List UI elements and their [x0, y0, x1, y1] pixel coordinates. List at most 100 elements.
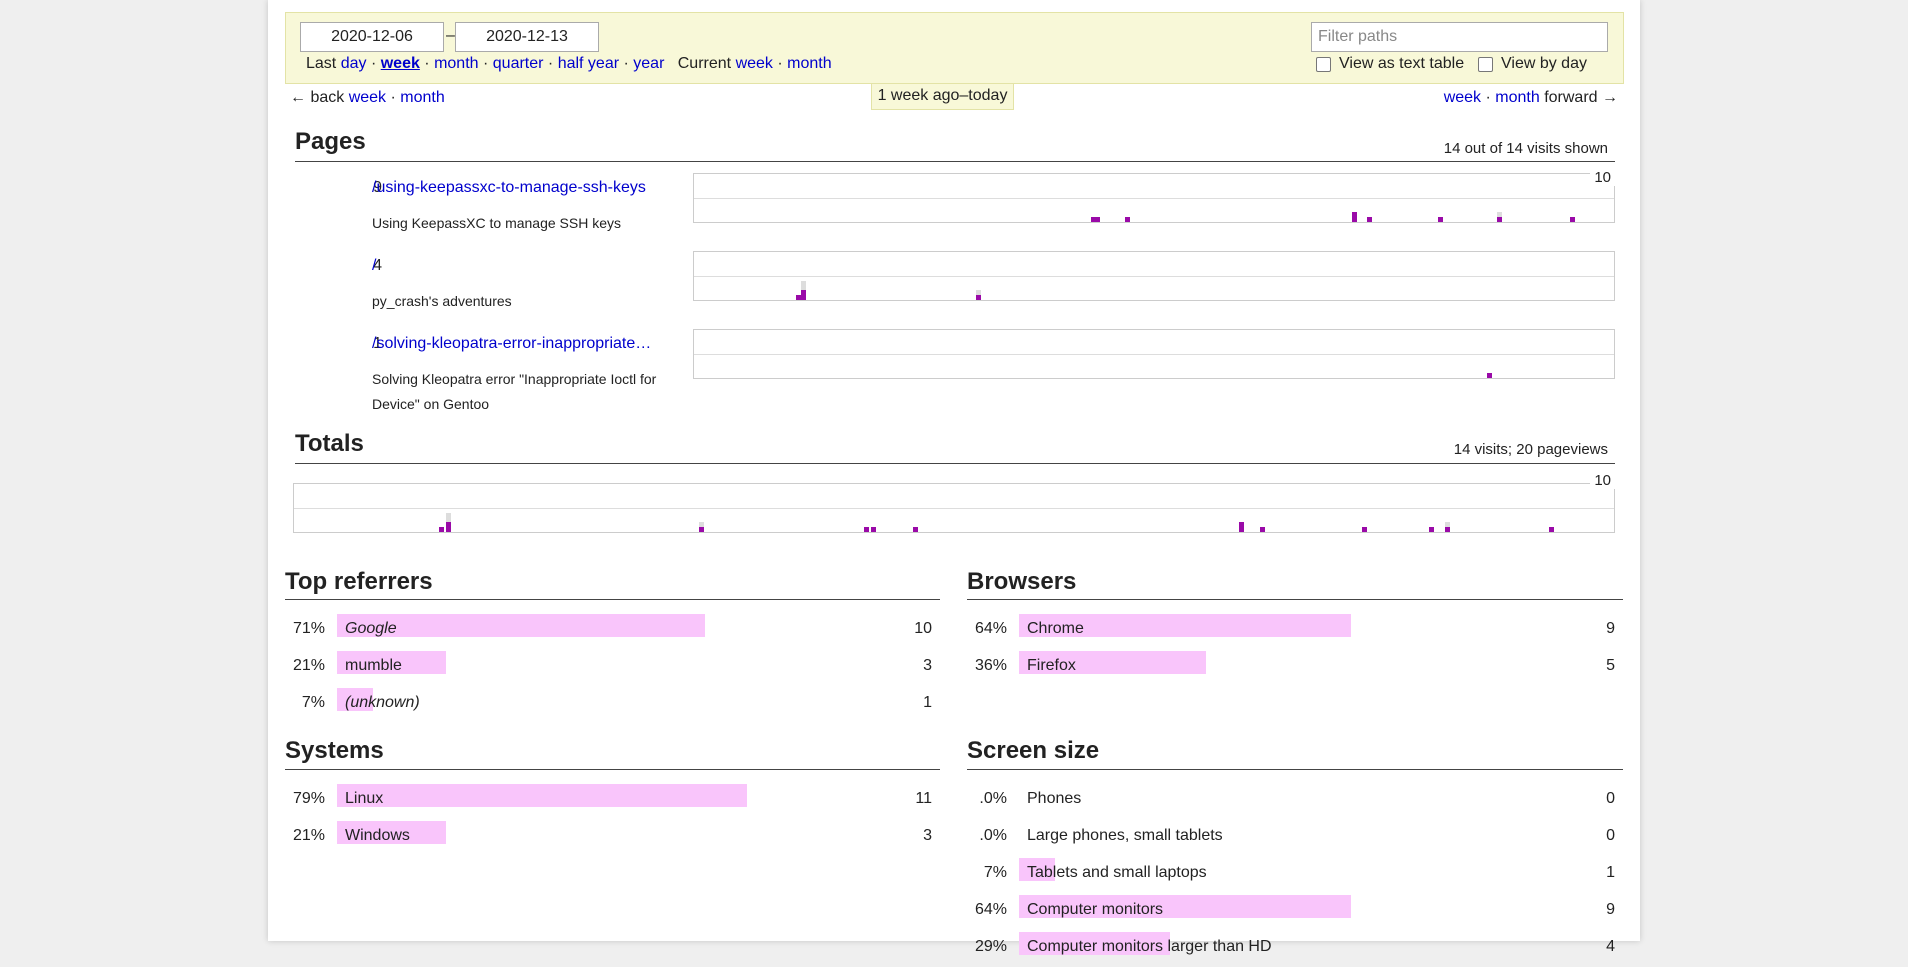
visits-bar — [1570, 217, 1575, 222]
screen-row[interactable]: .0% Large phones, small tablets 0 — [967, 819, 1623, 856]
period-link-month[interactable]: month — [434, 55, 478, 72]
screen-row[interactable]: 7% Tablets and small laptops 1 — [967, 856, 1623, 893]
row-percent: 64% — [974, 901, 1007, 918]
visits-bar — [864, 527, 869, 532]
period-link-week[interactable]: week — [381, 55, 420, 72]
page-chart[interactable] — [693, 173, 1615, 223]
browsers-divider — [967, 599, 1623, 600]
browsers-row[interactable]: 64% Chrome 9 — [967, 612, 1623, 649]
visits-bar — [1125, 217, 1130, 222]
current-period-links: week · month — [736, 55, 832, 72]
visits-bar — [976, 295, 981, 300]
period-link-day[interactable]: day — [341, 55, 367, 72]
visits-bar — [1438, 217, 1443, 222]
filter-paths-input[interactable] — [1311, 22, 1608, 52]
nav-separator: · — [390, 89, 396, 106]
period-separator: · — [366, 55, 381, 72]
back-navigation: ← back week · month — [290, 89, 445, 107]
page-title: Using KeepassXC to manage SSH keys — [372, 215, 622, 231]
view-text-table-toggle[interactable]: View as text table — [1316, 55, 1464, 73]
period-link-month[interactable]: month — [787, 55, 831, 72]
referrers-row[interactable]: 7% (unknown) 1 — [285, 686, 940, 723]
row-label: Firefox — [1027, 657, 1076, 674]
referrers-row[interactable]: 71% Google 10 — [285, 612, 940, 649]
page-chart[interactable] — [693, 329, 1615, 379]
totals-title: Totals — [295, 430, 364, 457]
forward-week-link[interactable]: week — [1444, 89, 1481, 106]
page-path-link[interactable]: / — [372, 257, 376, 275]
view-text-table-checkbox[interactable] — [1316, 56, 1331, 72]
referrers-row[interactable]: 21% mumble 3 — [285, 649, 940, 686]
screen-row[interactable]: 64% Computer monitors 9 — [967, 893, 1623, 930]
row-count: 0 — [1606, 827, 1615, 844]
view-text-table-label: View as text table — [1339, 55, 1465, 72]
page-chart[interactable] — [693, 251, 1615, 301]
totals-max-label: 10 — [1590, 472, 1615, 489]
date-range-dash: – — [446, 27, 455, 44]
visits-bar — [1549, 527, 1554, 532]
row-label: Google — [345, 620, 397, 637]
end-date-input[interactable] — [455, 22, 599, 52]
systems-row[interactable]: 21% Windows 3 — [285, 819, 940, 856]
visits-bar — [871, 527, 876, 532]
row-count: 0 — [1606, 790, 1615, 807]
row-count: 10 — [914, 620, 932, 637]
back-label: ← back — [290, 89, 345, 106]
period-link-half-year[interactable]: half year — [558, 55, 619, 72]
pages-divider — [295, 161, 1615, 162]
row-percent: 7% — [983, 864, 1007, 881]
period-separator: · — [478, 55, 493, 72]
screen-row[interactable]: 29% Computer monitors larger than HD 4 — [967, 930, 1623, 967]
forward-month-link[interactable]: month — [1495, 89, 1539, 106]
row-label: Computer monitors — [1027, 901, 1164, 918]
totals-info: 14 visits; 20 pageviews — [1453, 441, 1608, 458]
row-label: (unknown) — [345, 694, 420, 711]
period-selector: Last day · week · month · quarter · half… — [306, 55, 832, 73]
page-row: 9/using-keepassxc-to-manage-ssh-keys Usin… — [268, 169, 1640, 255]
visits-bar — [1429, 527, 1434, 532]
chart-midline — [694, 198, 1614, 199]
forward-navigation: week · month forward → — [1444, 89, 1618, 107]
page-path-link[interactable]: /using-keepassxc-to-manage-ssh-keys — [372, 179, 646, 197]
pages-title: Pages — [295, 128, 366, 155]
row-label: Chrome — [1027, 620, 1084, 637]
filter-bar: – Last day · week · month · quarter · ha… — [285, 12, 1624, 84]
systems-divider — [285, 769, 940, 770]
row-count: 1 — [923, 694, 932, 711]
totals-divider — [295, 463, 1615, 464]
start-date-input[interactable] — [300, 22, 444, 52]
systems-title: Systems — [285, 737, 384, 764]
row-percent: 21% — [292, 827, 325, 844]
visits-bar — [439, 527, 444, 532]
totals-chart[interactable] — [293, 483, 1615, 533]
browsers-row[interactable]: 36% Firefox 5 — [967, 649, 1623, 686]
period-link-year[interactable]: year — [633, 55, 664, 72]
view-by-day-toggle[interactable]: View by day — [1478, 55, 1587, 73]
back-month-link[interactable]: month — [400, 89, 444, 106]
row-percent: 7% — [301, 694, 325, 711]
chart-midline — [694, 276, 1614, 277]
current-range-label: 1 week ago–today — [871, 84, 1014, 110]
period-link-week[interactable]: week — [736, 55, 773, 72]
chart-midline — [294, 508, 1614, 509]
last-period-links: day · week · month · quarter · half year… — [341, 55, 665, 72]
visits-bar — [1352, 212, 1357, 222]
page-row: 4/py_crash's adventures — [268, 251, 1640, 333]
period-link-quarter[interactable]: quarter — [493, 55, 544, 72]
row-count: 1 — [1606, 864, 1615, 881]
page-title: Solving Kleopatra error "Inappropriate I… — [372, 371, 657, 412]
back-week-link[interactable]: week — [349, 89, 386, 106]
row-label: Tablets and small laptops — [1027, 864, 1207, 881]
browsers-title: Browsers — [967, 568, 1077, 595]
screen-row[interactable]: .0% Phones 0 — [967, 782, 1623, 819]
row-count: 3 — [923, 827, 932, 844]
row-count: 11 — [915, 790, 932, 807]
row-count: 9 — [1606, 620, 1615, 637]
page-path-link[interactable]: /solving-kleopatra-error-inappropriate… — [372, 335, 651, 353]
pages-info: 14 out of 14 visits shown — [1443, 140, 1608, 157]
period-separator: · — [419, 55, 435, 72]
referrers-divider — [285, 599, 940, 600]
systems-row[interactable]: 79% Linux 11 — [285, 782, 940, 819]
view-by-day-checkbox[interactable] — [1478, 56, 1493, 72]
forward-label: forward → — [1544, 89, 1618, 106]
